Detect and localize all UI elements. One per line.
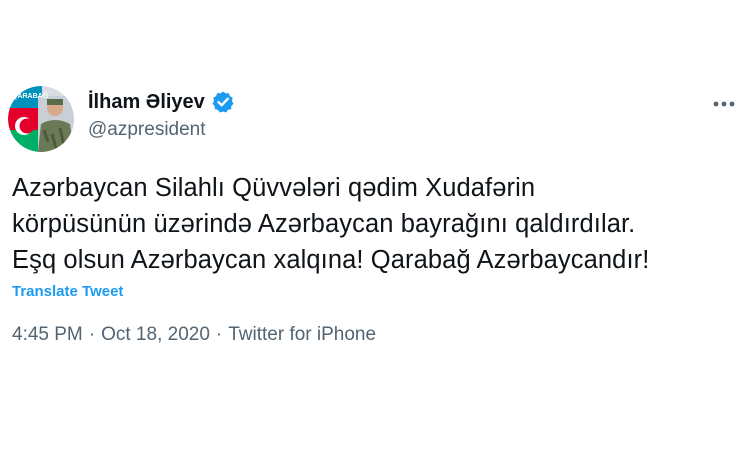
tweet-time[interactable]: 4:45 PM <box>12 324 83 345</box>
svg-text:QARABAĞ: QARABAĞ <box>12 91 49 100</box>
tweet-text: Azərbaycan Silahlı Qüvvələri qədim Xudaf… <box>12 170 747 278</box>
tweet-text-line: Eşq olsun Azərbaycan xalqına! Qarabağ Az… <box>12 246 650 274</box>
verified-badge-icon <box>211 90 235 114</box>
author-name-row: İlham Əliyev <box>88 90 235 114</box>
author-display-name[interactable]: İlham Əliyev <box>88 91 205 114</box>
tweet-text-line: körpüsünün üzərində Azərbaycan bayrağını… <box>12 210 636 238</box>
more-horizontal-icon[interactable] <box>708 92 740 116</box>
tweet-card: QARABAĞ İlham Əliyev @azpresident Azərba… <box>0 0 750 464</box>
tweet-text-line: Azərbaycan Silahlı Qüvvələri qədim Xudaf… <box>12 174 536 202</box>
meta-separator: · <box>215 324 223 345</box>
tweet-source[interactable]: Twitter for iPhone <box>228 324 376 345</box>
meta-separator: · <box>88 324 96 345</box>
author-handle[interactable]: @azpresident <box>88 119 206 141</box>
tweet-date[interactable]: Oct 18, 2020 <box>101 324 210 345</box>
tweet-meta: 4:45 PM · Oct 18, 2020 · Twitter for iPhone <box>12 324 376 346</box>
avatar[interactable]: QARABAĞ <box>8 86 74 152</box>
translate-tweet-link[interactable]: Translate Tweet <box>12 283 123 300</box>
avatar-image: QARABAĞ <box>8 86 74 152</box>
